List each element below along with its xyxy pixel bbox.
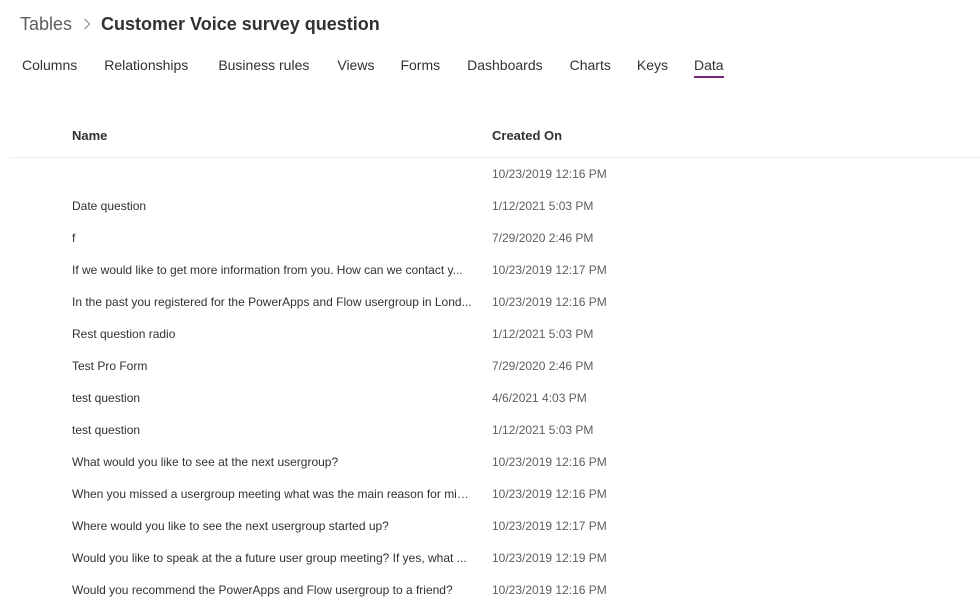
column-header-created-on[interactable]: Created On — [492, 128, 562, 143]
table-row[interactable]: If we would like to get more information… — [0, 254, 980, 286]
tab-forms[interactable]: Forms — [400, 52, 440, 80]
cell-name: Where would you like to see the next use… — [72, 519, 389, 533]
table-row[interactable]: f 7/29/2020 2:46 PM — [0, 222, 980, 254]
table-row[interactable]: 10/23/2019 12:16 PM — [0, 158, 980, 190]
table-row[interactable]: Would you recommend the PowerApps and Fl… — [0, 574, 980, 606]
cell-created-on: 1/12/2021 5:03 PM — [492, 423, 594, 437]
cell-created-on: 7/29/2020 2:46 PM — [492, 359, 594, 373]
cell-name: What would you like to see at the next u… — [72, 455, 339, 469]
cell-created-on: 10/23/2019 12:16 PM — [492, 455, 607, 469]
table-row[interactable]: Would you like to speak at the a future … — [0, 542, 980, 574]
tab-charts[interactable]: Charts — [570, 52, 611, 80]
grid-header: Name Created On — [10, 118, 980, 158]
cell-name: Would you recommend the PowerApps and Fl… — [72, 583, 453, 597]
breadcrumb-tables-link[interactable]: Tables — [20, 14, 72, 35]
cell-name: When you missed a usergroup meeting what… — [72, 487, 472, 501]
cell-name: test question — [72, 391, 141, 405]
cell-created-on: 1/12/2021 5:03 PM — [492, 199, 594, 213]
cell-created-on: 10/23/2019 12:16 PM — [492, 583, 607, 597]
cell-created-on: 10/23/2019 12:19 PM — [492, 551, 607, 565]
table-row[interactable]: test question 4/6/2021 4:03 PM — [0, 382, 980, 414]
cell-name: Would you like to speak at the a future … — [72, 551, 467, 565]
table-row[interactable]: In the past you registered for the Power… — [0, 286, 980, 318]
cell-created-on: 1/12/2021 5:03 PM — [492, 327, 594, 341]
chevron-right-icon — [83, 18, 91, 30]
cell-name: Rest question radio — [72, 327, 176, 341]
table-row[interactable]: What would you like to see at the next u… — [0, 446, 980, 478]
cell-created-on: 10/23/2019 12:17 PM — [492, 519, 607, 533]
breadcrumb: Tables Customer Voice survey question — [20, 12, 380, 36]
cell-created-on: 10/23/2019 12:17 PM — [492, 263, 607, 277]
tab-dashboards[interactable]: Dashboards — [467, 52, 543, 80]
cell-name: Date question — [72, 199, 147, 213]
tab-columns[interactable]: Columns — [22, 52, 77, 80]
page-title: Customer Voice survey question — [101, 13, 380, 34]
table-row[interactable]: When you missed a usergroup meeting what… — [0, 478, 980, 510]
cell-name: f — [72, 231, 76, 245]
tab-views[interactable]: Views — [337, 52, 374, 80]
table-row[interactable]: test question 1/12/2021 5:03 PM — [0, 414, 980, 446]
tab-relationships[interactable]: Relationships — [104, 52, 188, 80]
tab-business-rules[interactable]: Business rules — [218, 52, 309, 80]
table-row[interactable]: Date question 1/12/2021 5:03 PM — [0, 190, 980, 222]
column-header-name[interactable]: Name — [72, 128, 107, 143]
cell-name: Test Pro Form — [72, 359, 148, 373]
cell-created-on: 10/23/2019 12:16 PM — [492, 167, 607, 181]
cell-created-on: 7/29/2020 2:46 PM — [492, 231, 594, 245]
table-row[interactable]: Test Pro Form 7/29/2020 2:46 PM — [0, 350, 980, 382]
grid-body: 10/23/2019 12:16 PM Date question 1/12/202… — [0, 158, 980, 606]
cell-created-on: 10/23/2019 12:16 PM — [492, 295, 607, 309]
table-row[interactable]: Rest question radio 1/12/2021 5:03 PM — [0, 318, 980, 350]
tab-data[interactable]: Data — [693, 52, 724, 80]
cell-name: test question — [72, 423, 141, 437]
cell-created-on: 10/23/2019 12:16 PM — [492, 487, 607, 501]
table-row[interactable]: Where would you like to see the next use… — [0, 510, 980, 542]
cell-created-on: 4/6/2021 4:03 PM — [492, 391, 587, 405]
cell-name: In the past you registered for the Power… — [72, 295, 472, 309]
tab-bar: Columns Relationships Business rules Vie… — [22, 52, 724, 82]
tab-keys[interactable]: Keys — [637, 52, 668, 80]
cell-name: If we would like to get more information… — [72, 263, 463, 277]
